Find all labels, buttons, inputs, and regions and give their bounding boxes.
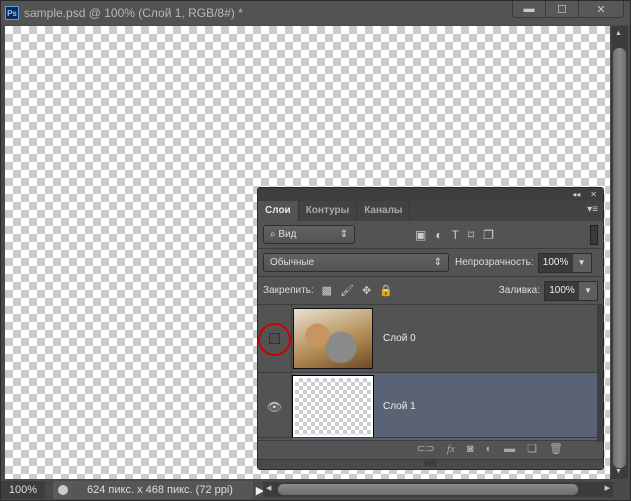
search-icon: ⌕: [270, 229, 276, 240]
close-panel-icon[interactable]: ✕: [590, 190, 597, 199]
layers-scrollbar[interactable]: [597, 305, 603, 442]
blend-mode-value: Обычные: [270, 257, 315, 268]
tab-layers[interactable]: Слои: [258, 201, 299, 221]
eye-icon[interactable]: 👁: [267, 400, 282, 414]
lock-label: Закрепить:: [263, 285, 314, 296]
fill-field[interactable]: 100% ▼: [544, 280, 598, 301]
layer-thumbnail-transparent: [292, 375, 374, 438]
filter-smartobject-icon[interactable]: ❐: [483, 228, 494, 242]
close-button[interactable]: ✕: [579, 1, 623, 17]
blend-mode-select[interactable]: Обычные ⇕: [263, 253, 449, 272]
layer-name[interactable]: Слой 0: [383, 333, 416, 344]
fx-icon[interactable]: fx: [447, 443, 455, 455]
opacity-field[interactable]: 100% ▼: [537, 252, 592, 273]
horizontal-scrollbar[interactable]: ◀ ▶: [263, 482, 613, 497]
visibility-toggle[interactable]: [258, 305, 292, 372]
scroll-thumb[interactable]: [613, 48, 626, 468]
panel-menu-icon[interactable]: ▾≡: [587, 204, 598, 215]
filter-toggle[interactable]: [590, 225, 598, 245]
panel-footer: ⊂⊃ fx ◙ ◐ ▬ ❏ 🗑: [258, 437, 603, 459]
link-layers-icon[interactable]: ⊂⊃: [416, 442, 434, 455]
maximize-button[interactable]: ☐: [546, 1, 579, 17]
lock-transparency-icon[interactable]: ▩: [322, 284, 332, 297]
scroll-right-icon[interactable]: ▶: [605, 484, 610, 492]
document-info: 624 пикс. x 468 пикс. (72 ppi): [73, 481, 253, 499]
opacity-dropdown-icon[interactable]: ▼: [572, 253, 591, 272]
photoshop-icon: Ps: [5, 6, 19, 20]
filter-label: Вид: [278, 229, 297, 240]
add-mask-icon[interactable]: ◙: [467, 443, 474, 455]
scroll-left-icon[interactable]: ◀: [266, 484, 271, 492]
filter-adjustment-icon[interactable]: ◐: [435, 228, 442, 242]
fill-label: Заливка:: [498, 285, 540, 296]
collapse-panel-icon[interactable]: ◂◂: [572, 190, 580, 199]
fill-value[interactable]: 100%: [545, 281, 579, 300]
adjustment-layer-icon[interactable]: ◐: [486, 443, 493, 455]
window-title: sample.psd @ 100% (Слой 1, RGB/8#) *: [24, 6, 243, 20]
filter-pixel-icon[interactable]: ▣: [415, 228, 426, 242]
new-group-icon[interactable]: ▬: [504, 443, 515, 455]
layers-panel: ◂◂ ✕ Слои Контуры Каналы ▾≡ ⌕ Вид ⇕ ▣ ◐ T…: [257, 187, 604, 470]
highlight-circle: [258, 323, 291, 356]
filter-kind-select[interactable]: ⌕ Вид ⇕: [263, 225, 355, 244]
opacity-label: Непрозрачность:: [455, 257, 534, 268]
tab-paths[interactable]: Контуры: [299, 201, 358, 221]
scroll-up-icon[interactable]: ▲: [615, 30, 622, 37]
layer-thumbnail-dog: [293, 308, 373, 369]
visibility-toggle[interactable]: 👁: [258, 373, 292, 440]
tab-channels[interactable]: Каналы: [357, 201, 411, 221]
minimize-button[interactable]: ▬: [513, 1, 546, 17]
filter-shape-icon[interactable]: ⌑: [468, 228, 474, 242]
panel-resize-grip[interactable]: ||||||||: [258, 459, 603, 469]
scroll-down-icon[interactable]: ▼: [615, 468, 622, 475]
new-layer-icon[interactable]: ❏: [527, 442, 537, 455]
delete-layer-icon[interactable]: 🗑: [549, 442, 563, 455]
filter-type-icon[interactable]: T: [452, 228, 459, 242]
layer-name[interactable]: Слой 1: [383, 401, 416, 412]
fill-dropdown-icon[interactable]: ▼: [579, 281, 597, 300]
layer-row[interactable]: Слой 0: [258, 305, 597, 373]
lock-move-icon[interactable]: ✥: [362, 284, 371, 297]
document-status-icon[interactable]: [53, 481, 73, 499]
lock-brush-icon[interactable]: 🖌: [340, 284, 354, 297]
lock-all-icon[interactable]: 🔒: [379, 284, 393, 297]
zoom-level[interactable]: 100%: [1, 481, 45, 499]
vertical-scrollbar[interactable]: ▲ ▼: [611, 26, 628, 479]
layer-row-selected[interactable]: 👁 Слой 1: [258, 373, 597, 441]
layers-list: Слой 0 👁 Слой 1: [258, 305, 597, 442]
status-bar: 100% 624 пикс. x 468 пикс. (72 ppi) ▶ ◀ …: [1, 480, 630, 500]
opacity-value[interactable]: 100%: [538, 253, 573, 272]
title-bar: Ps sample.psd @ 100% (Слой 1, RGB/8#) * …: [1, 1, 630, 25]
hscroll-thumb[interactable]: [278, 484, 578, 495]
